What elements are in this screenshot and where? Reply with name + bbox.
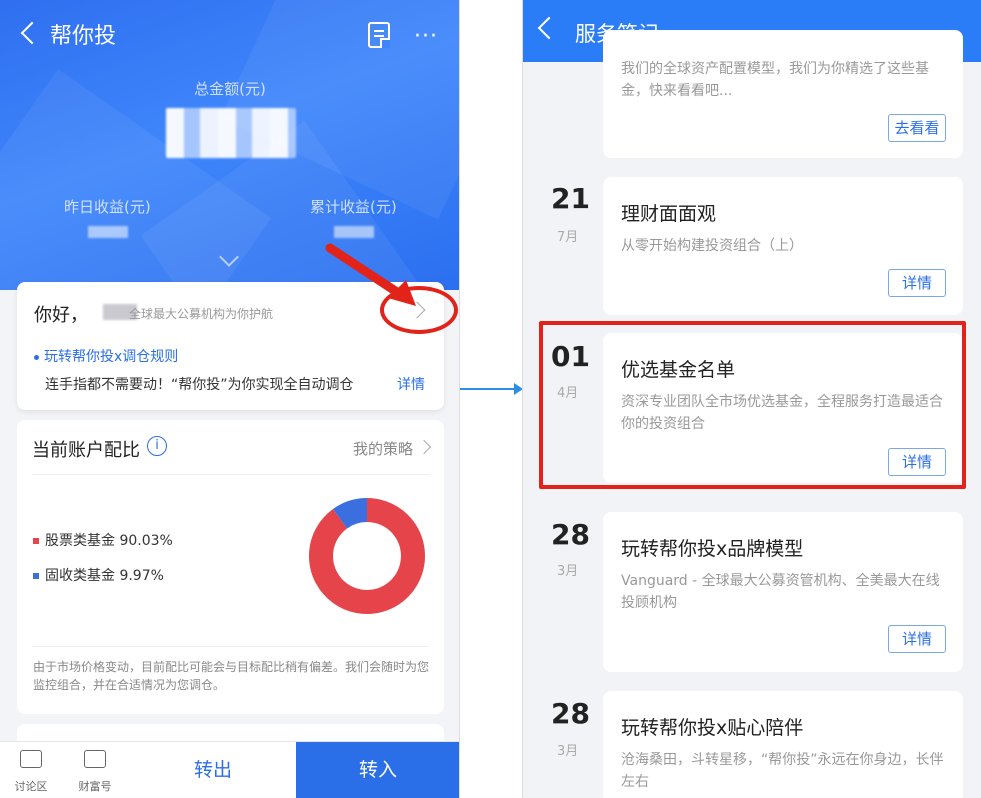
cumulative-income-label: 累计收益(元) [310,198,397,216]
bottom-action-bar: 讨论区 财富号 转出 转入 [0,741,459,798]
transfer-in-button[interactable]: 转入 [296,742,459,798]
transfer-out-button[interactable]: 转出 [130,742,296,798]
left-screen: 帮你投 ··· 总金额(元) 昨日收益(元) 累计收益(元) 你好， 全球最大公… [0,0,460,798]
note-icon[interactable] [368,22,390,48]
note-date-day: 21 [551,182,590,215]
rebalance-rule-link[interactable]: 玩转帮你投x调仓规则 [34,346,178,366]
rebalance-rule-desc: 连手指都不需要动！“帮你投”为你实现全自动调仓 [45,377,354,393]
connector-line [460,388,520,390]
tab-wealth-account[interactable]: 财富号 [64,742,126,798]
top-nav: 帮你投 ··· [0,0,459,68]
donut-slice-0 [309,498,425,614]
info-icon[interactable]: i [147,436,167,456]
note-desc: 我们的全球资产配置模型，我们为你精选了这些基金，快来看看吧... [621,61,929,99]
back-icon[interactable] [537,16,561,40]
shop-icon [84,750,106,768]
total-amount-label: 总金额(元) [194,80,266,98]
note-date-month: 7月 [557,230,579,245]
chat-icon [20,750,42,768]
note-title: 玩转帮你投x贴心陪伴 [621,717,804,739]
note-date-day: 28 [551,518,590,551]
allocation-card: 当前账户配比 i 我的策略 股票类基金 90.03% 固收类基金 9.97% 由… [17,420,444,714]
tab-label: 讨论区 [14,780,48,793]
back-icon[interactable] [16,18,46,50]
chevron-right-icon[interactable] [416,439,432,455]
greeting-subtitle: 全球最大公募机构为你护航 [129,307,274,321]
tab-discussion[interactable]: 讨论区 [0,742,62,798]
legend-label: 股票类基金 90.03% [45,533,173,549]
details-button[interactable]: 详情 [888,269,946,297]
allocation-note: 由于市场价格变动，目前配比可能会与目标配比稍有偏差。我们会随时为您监控组合，并在… [33,660,430,692]
allocation-title: 当前账户配比 [32,440,140,461]
note-title: 玩转帮你投x品牌模型 [621,538,804,560]
yesterday-income-label: 昨日收益(元) [64,198,151,216]
go-see-button[interactable]: 去看看 [888,114,946,142]
divider [32,646,429,647]
page-title: 帮你投 [50,24,117,49]
rule-details-link[interactable]: 详情 [397,374,425,394]
note-desc: Vanguard - 全球最大公募资管机构、全美最大在线投顾机构 [621,573,940,611]
service-note-card[interactable]: 玩转帮你投x品牌模型 Vanguard - 全球最大公募资管机构、全美最大在线投… [603,512,963,672]
legend-fixed-income-fund: 固收类基金 9.97% [33,565,164,585]
legend-stock-fund: 股票类基金 90.03% [33,530,173,550]
greeting-text: 你好， [34,305,88,326]
note-date-month: 3月 [557,564,579,579]
service-note-card[interactable]: 我们的全球资产配置模型，我们为你精选了这些基金，快来看看吧... 去看看 [603,30,963,158]
note-desc: 沧海桑田，斗转星移，“帮你投”永远在你身边，长伴左右 [621,752,944,790]
red-highlight-annotation [539,321,966,489]
total-amount-value-redacted [166,108,296,158]
allocation-donut-chart [309,498,425,614]
divider [32,474,429,475]
note-date-day: 28 [551,697,590,730]
service-note-card[interactable]: 理财面面观 从零开始构建投资组合（上） 详情 [603,177,963,315]
note-title: 理财面面观 [621,203,717,225]
legend-swatch [33,573,39,579]
yesterday-income-value-redacted [88,226,128,238]
donut-slice-1 [333,498,368,529]
more-icon[interactable]: ··· [414,24,438,49]
details-button[interactable]: 详情 [888,625,946,653]
tab-label: 财富号 [78,780,112,793]
right-screen: 服务笔记 我们的全球资产配置模型，我们为你精选了这些基金，快来看看吧... 去看… [522,0,981,798]
red-circle-annotation [380,286,458,334]
legend-label: 固收类基金 9.97% [45,568,164,584]
note-date-month: 3月 [557,744,579,759]
service-note-card[interactable]: 玩转帮你投x贴心陪伴 沧海桑田，斗转星移，“帮你投”永远在你身边，长伴左右 [603,691,963,798]
my-strategy-link[interactable]: 我的策略 [353,438,413,459]
note-desc: 从零开始构建投资组合（上） [621,238,803,254]
legend-swatch [33,538,39,544]
